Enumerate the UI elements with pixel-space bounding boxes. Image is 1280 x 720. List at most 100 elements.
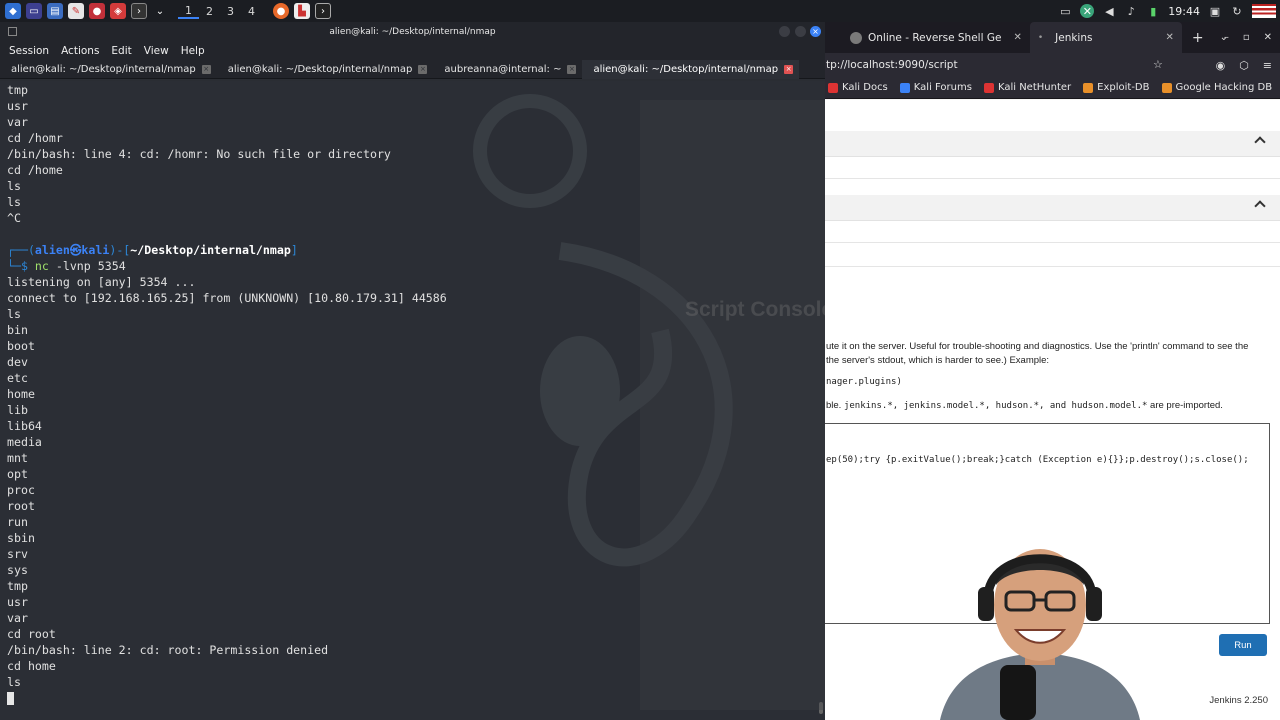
terminal-line: media — [7, 435, 42, 449]
volume-icon[interactable]: ◀ — [1102, 4, 1116, 18]
bookmark-exploit-db[interactable]: Exploit-DB — [1083, 82, 1150, 93]
flag-icon[interactable] — [1252, 4, 1276, 18]
browser-tab[interactable]: Online - Reverse Shell Ge ✕ — [825, 22, 1030, 53]
notification-bell-icon[interactable]: ♪ — [1124, 4, 1138, 18]
kali-menu-icon[interactable]: ◆ — [5, 3, 21, 19]
maximize-icon[interactable]: ▫ — [1243, 32, 1250, 43]
imports-suffix: are pre-imported. — [1147, 400, 1223, 411]
menu-view[interactable]: View — [144, 45, 169, 57]
bookmark-kali-docs[interactable]: Kali Docs — [828, 82, 888, 93]
terminal-tab[interactable]: alien@kali: ~/Desktop/internal/nmap × — [217, 60, 434, 79]
bookmark-kali-forums[interactable]: Kali Forums — [899, 82, 972, 93]
extensions-icon[interactable]: ⬡ — [1239, 59, 1249, 72]
bookmark-kali-nethunter[interactable]: Kali NetHunter — [983, 82, 1071, 93]
jenkins-section-bar[interactable] — [825, 195, 1280, 221]
pocket-icon[interactable]: ◉ — [1216, 59, 1226, 72]
prompt-mid: )-[ — [109, 243, 131, 257]
show-desktop-icon[interactable]: ▭ — [26, 3, 42, 19]
display-icon[interactable]: ▭ — [1058, 4, 1072, 18]
prompt-close: ] — [290, 243, 298, 257]
terminal-line: sbin — [7, 531, 35, 545]
maximize-button[interactable] — [795, 26, 806, 37]
workspace-3[interactable]: 3 — [220, 5, 241, 18]
chevron-down-icon[interactable]: ⌄ — [152, 3, 168, 19]
app-indicator-icon[interactable]: ✕ — [1080, 4, 1095, 18]
terminal-line: root — [7, 499, 35, 513]
terminal-line: srv — [7, 547, 28, 561]
terminal-tab-active[interactable]: alien@kali: ~/Desktop/internal/nmap × — [582, 59, 800, 79]
terminal-line: usr — [7, 595, 28, 609]
terminal-line: home — [7, 387, 35, 401]
terminal-task-icon[interactable]: › — [315, 3, 331, 19]
minimize-button[interactable] — [779, 26, 790, 37]
terminal-line: connect to [192.168.165.25] from (UNKNOW… — [7, 291, 447, 305]
text-editor-icon[interactable]: ✎ — [68, 3, 84, 19]
bookmark-star-icon[interactable]: ☆ — [1153, 58, 1163, 71]
browser-tabbar: Online - Reverse Shell Ge ✕ • Jenkins ✕ … — [825, 22, 1280, 53]
terminal-line: var — [7, 611, 28, 625]
terminal-window-title: alien@kali: ~/Desktop/internal/nmap — [329, 27, 496, 37]
terminal-line: lib — [7, 403, 28, 417]
tab-label: alien@kali: ~/Desktop/internal/nmap — [227, 63, 413, 75]
chevron-up-icon[interactable] — [1254, 136, 1266, 148]
bookmark-google-hacking-db[interactable]: Google Hacking DB — [1161, 82, 1272, 93]
document-icon[interactable]: ▙ — [294, 3, 310, 19]
workspace-1[interactable]: 1 — [178, 4, 199, 19]
terminal-launcher-icon[interactable]: › — [131, 3, 147, 19]
file-manager-icon[interactable]: ▤ — [47, 3, 63, 19]
bookmark-label: Exploit-DB — [1097, 82, 1150, 93]
close-icon[interactable]: × — [418, 64, 428, 74]
battery-icon[interactable]: ▮ — [1146, 4, 1160, 18]
terminal-line: ls — [7, 179, 21, 193]
close-icon[interactable]: ✕ — [1165, 32, 1173, 43]
terminal-line: cd home — [7, 659, 56, 673]
webcam-person — [940, 549, 1140, 720]
terminal-menubar: Session Actions Edit View Help — [0, 42, 825, 60]
terminal-line: run — [7, 515, 28, 529]
imports-note: ble. jenkins.*, jenkins.model.*, hudson.… — [826, 400, 1223, 411]
close-icon[interactable]: ✕ — [1264, 32, 1272, 43]
terminal-titlebar: alien@kali: ~/Desktop/internal/nmap × — [0, 22, 825, 42]
nethunter-icon — [983, 82, 994, 93]
minimize-icon[interactable]: – — [1224, 32, 1229, 43]
firefox-icon[interactable]: ● — [273, 3, 289, 19]
menu-icon[interactable]: ≡ — [1263, 59, 1272, 72]
close-icon[interactable]: × — [784, 64, 794, 74]
new-tab-icon[interactable]: + — [1192, 30, 1204, 46]
url-bar[interactable]: tp://localhost:9090/script — [825, 59, 958, 71]
browser-tab-active[interactable]: • Jenkins ✕ — [1029, 22, 1182, 53]
terminal-tab[interactable]: alien@kali: ~/Desktop/internal/nmap × — [0, 60, 217, 79]
clock[interactable]: 19:44 — [1168, 5, 1200, 18]
lock-icon[interactable]: ▣ — [1208, 4, 1222, 18]
close-icon[interactable]: × — [567, 64, 577, 74]
workspace-4[interactable]: 4 — [241, 5, 262, 18]
chevron-up-icon[interactable] — [1254, 200, 1266, 212]
close-icon[interactable]: × — [201, 64, 211, 74]
menu-actions[interactable]: Actions — [61, 45, 99, 57]
workspace-2[interactable]: 2 — [199, 5, 220, 18]
text-cursor — [7, 692, 14, 705]
browser-navbar: tp://localhost:9090/script ☆ ◉ ⬡ ≡ — [825, 53, 1280, 77]
terminal-line: tmp — [7, 579, 28, 593]
menu-edit[interactable]: Edit — [111, 45, 131, 57]
refresh-icon[interactable]: ↻ — [1230, 4, 1244, 18]
script-text: ep(50);try {p.exitValue();break;}catch (… — [826, 455, 1249, 465]
jenkins-section-bar[interactable] — [825, 131, 1280, 157]
menu-help[interactable]: Help — [181, 45, 205, 57]
terminal-line: lib64 — [7, 419, 42, 433]
terminal-line: cd /home — [7, 163, 63, 177]
run-button[interactable]: Run — [1219, 634, 1267, 656]
terminal-line: sys — [7, 563, 28, 577]
description-line: the server's stdout, which is harder to … — [826, 355, 1050, 366]
terminal-line: opt — [7, 467, 28, 481]
terminal-tab[interactable]: aubreanna@internal: ~ × — [433, 60, 582, 79]
burp-icon[interactable]: ● — [89, 3, 105, 19]
close-icon[interactable]: ✕ — [1013, 32, 1021, 43]
terminal-line: ls — [7, 307, 21, 321]
terminal-line: ls — [7, 195, 21, 209]
close-button[interactable]: × — [810, 26, 821, 37]
menu-session[interactable]: Session — [9, 45, 49, 57]
metasploit-icon[interactable]: ◈ — [110, 3, 126, 19]
tab-label: alien@kali: ~/Desktop/internal/nmap — [11, 63, 196, 75]
